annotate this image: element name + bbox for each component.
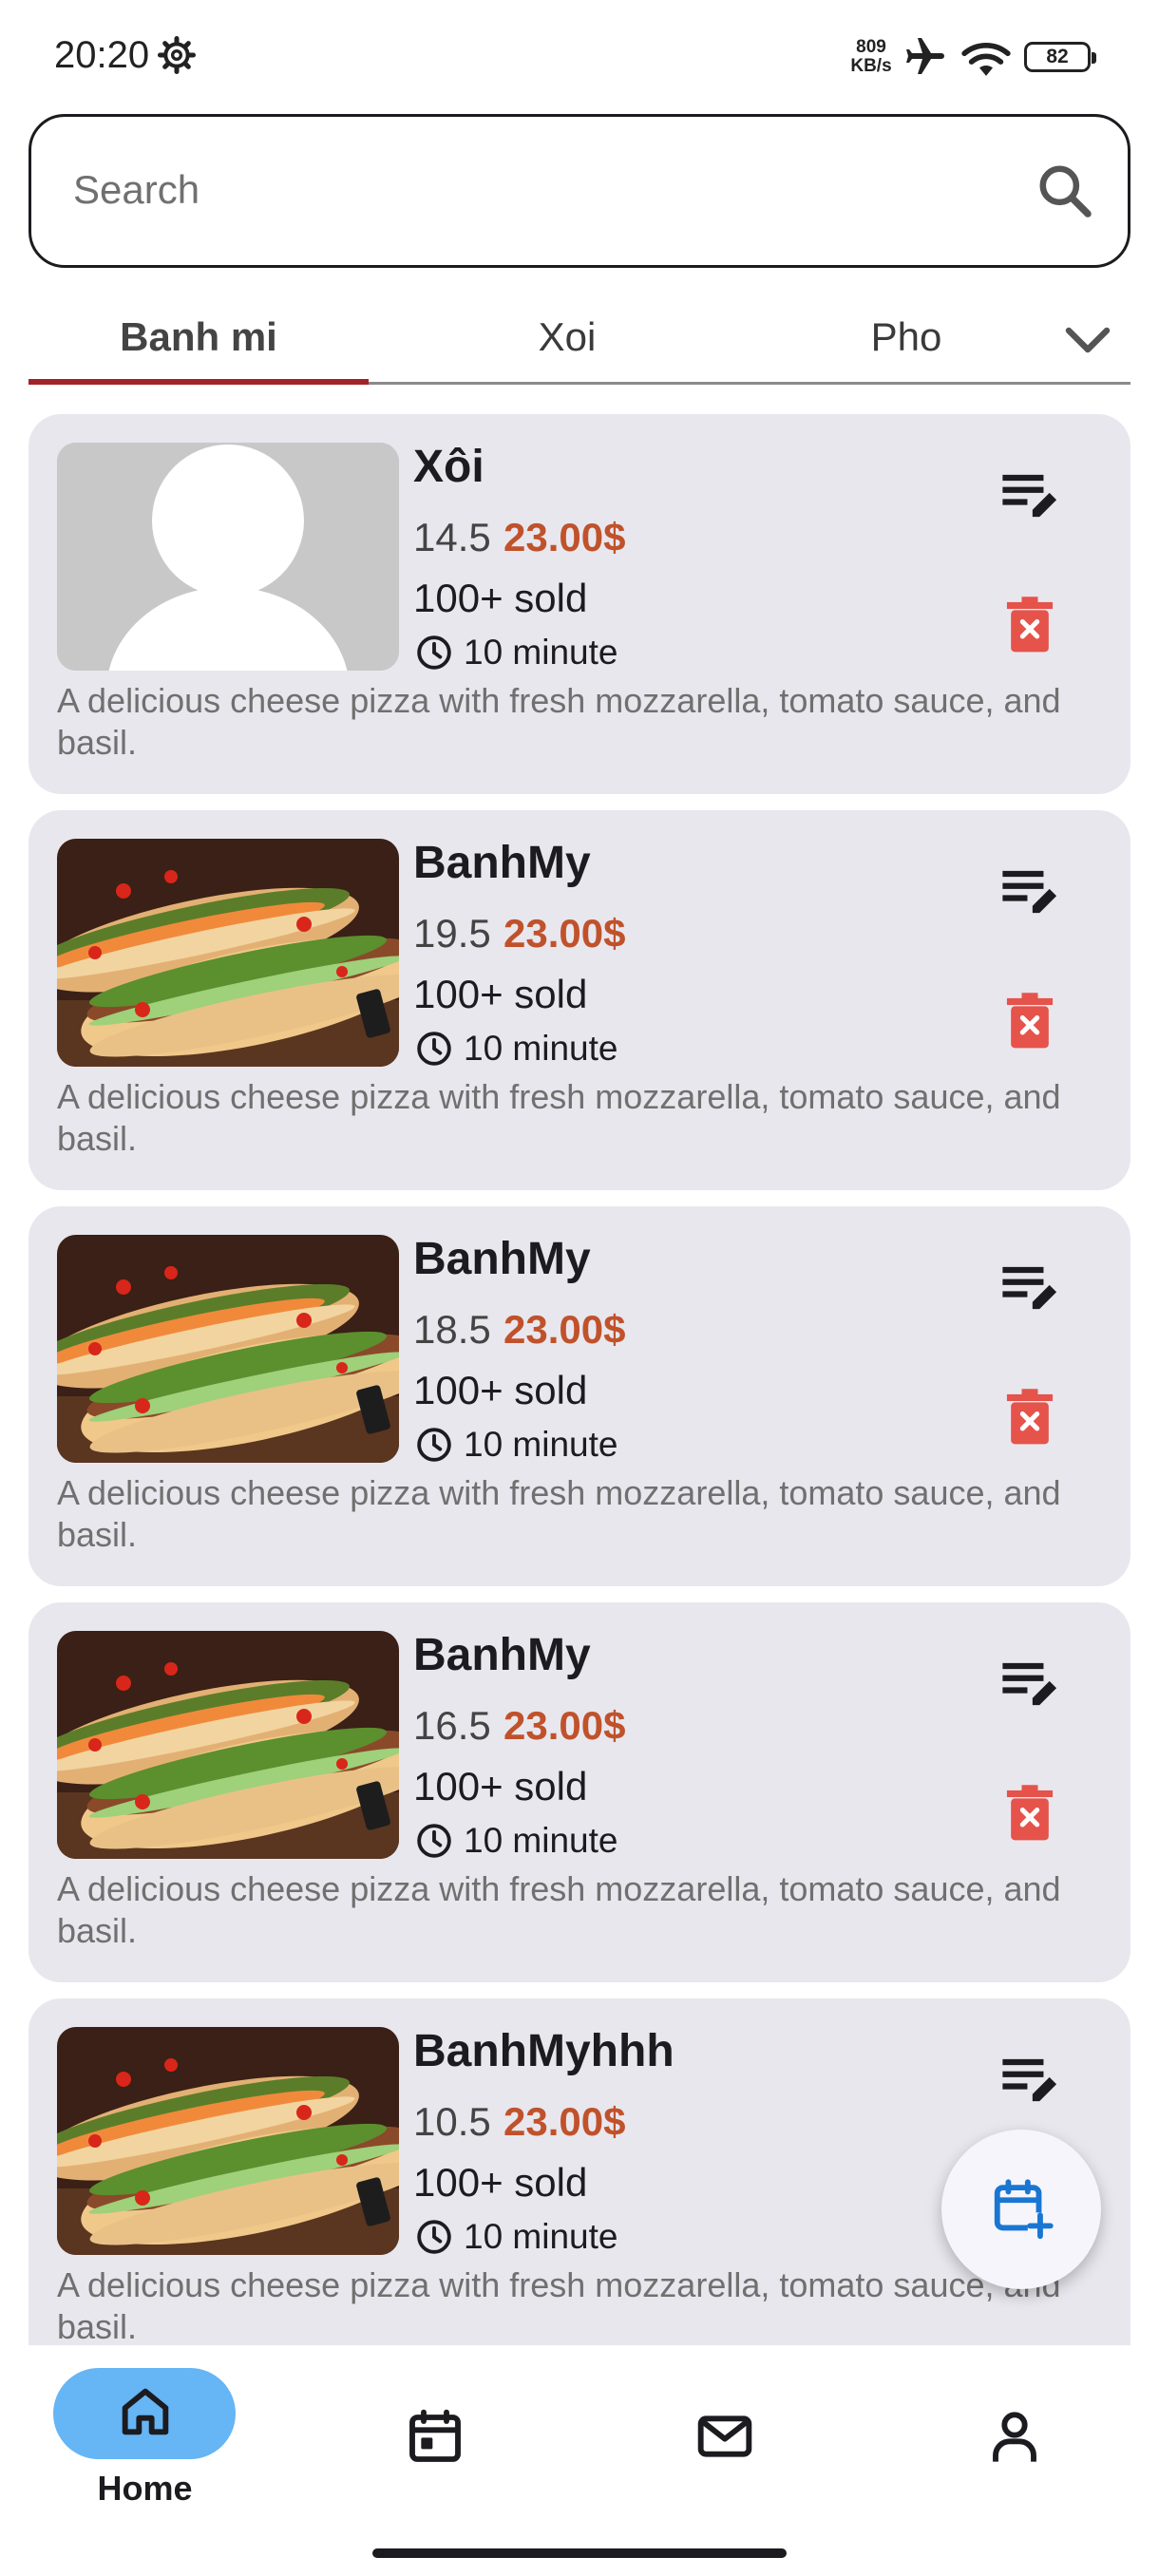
edit-note-icon[interactable] — [998, 1650, 1062, 1714]
food-image — [57, 1235, 399, 1463]
wifi-icon — [961, 43, 1011, 76]
add-schedule-button[interactable] — [941, 2130, 1101, 2289]
edit-note-icon[interactable] — [998, 1254, 1062, 1318]
food-rating: 14.5 — [413, 515, 491, 559]
delete-icon[interactable] — [998, 593, 1062, 657]
food-prep-time: 10 minute — [464, 2217, 618, 2256]
status-bar: 20:20 809 KB/s 82 — [0, 0, 1159, 104]
battery-indicator: 82 — [1024, 42, 1096, 72]
edit-note-icon[interactable] — [998, 462, 1062, 526]
food-sold-count: 100+ sold — [413, 972, 588, 1016]
food-sold-count: 100+ sold — [413, 1368, 588, 1412]
food-rating: 19.5 — [413, 911, 491, 956]
clock-icon — [417, 635, 451, 670]
food-sold-count: 100+ sold — [413, 2160, 588, 2205]
person-icon — [993, 2412, 1036, 2462]
food-prep-time: 10 minute — [464, 1821, 618, 1860]
nav-home[interactable]: Home — [0, 2345, 290, 2516]
food-name: BanhMy — [413, 838, 591, 888]
network-speed: 809 KB/s — [850, 37, 892, 76]
nav-calendar[interactable] — [290, 2345, 580, 2516]
food-price: 23.00$ — [504, 911, 626, 956]
food-name: BanhMy — [413, 1234, 591, 1284]
delete-icon[interactable] — [998, 1781, 1062, 1846]
food-price: 23.00$ — [504, 2099, 626, 2144]
search-bar[interactable] — [28, 114, 1130, 268]
food-prep-time: 10 minute — [464, 633, 618, 672]
food-sold-count: 100+ sold — [413, 1764, 588, 1809]
search-icon[interactable] — [1033, 159, 1097, 223]
clock-icon — [417, 1032, 451, 1066]
clock-icon — [417, 1428, 451, 1462]
delete-icon[interactable] — [998, 989, 1062, 1053]
food-image — [57, 2027, 399, 2255]
clock-icon — [417, 2220, 451, 2254]
nav-messages[interactable] — [580, 2345, 869, 2516]
home-icon — [122, 2388, 169, 2435]
calendar-icon — [409, 2409, 461, 2462]
food-name: Xôi — [413, 442, 484, 492]
food-card[interactable]: BanhMy 16.5 23.00$ 100+ sold 10 minute A deli… — [28, 1602, 1130, 1982]
food-description: A delicious cheese pizza with fresh mozz… — [57, 1473, 1061, 1554]
food-image — [57, 443, 399, 671]
food-prep-time: 10 minute — [464, 1029, 618, 1068]
food-description: A delicious cheese pizza with fresh mozz… — [57, 1077, 1061, 1158]
food-price: 23.00$ — [504, 1703, 626, 1748]
airplane-icon — [906, 38, 944, 74]
food-rating: 10.5 — [413, 2099, 491, 2144]
calendar-add-icon — [994, 2179, 1054, 2240]
food-name: BanhMy — [413, 1630, 591, 1680]
food-rating: 18.5 — [413, 1307, 491, 1352]
food-sold-count: 100+ sold — [413, 576, 588, 620]
gesture-home-indicator — [372, 2548, 787, 2558]
food-prep-time: 10 minute — [464, 1425, 618, 1464]
food-card[interactable]: BanhMy 19.5 23.00$ 100+ sold 10 minute A deli… — [28, 810, 1130, 1190]
food-list: Xôi 14.5 23.00$ 100+ sold 10 minute A delicio… — [28, 414, 1130, 2345]
food-description: A delicious cheese pizza with fresh mozz… — [57, 1869, 1061, 1950]
food-rating: 16.5 — [413, 1703, 491, 1748]
mail-icon — [697, 2415, 752, 2457]
search-input[interactable] — [73, 160, 985, 220]
settings-gear-icon — [158, 36, 196, 74]
tab-active-indicator — [28, 379, 369, 385]
tab-pho[interactable]: Pho — [736, 299, 1076, 385]
chevron-down-icon[interactable] — [1059, 316, 1116, 364]
food-card[interactable]: BanhMy 18.5 23.00$ 100+ sold 10 minute A deli… — [28, 1206, 1130, 1586]
food-name: BanhMyhhh — [413, 2026, 674, 2076]
status-time: 20:20 — [54, 34, 150, 76]
edit-note-icon[interactable] — [998, 2046, 1062, 2111]
food-card[interactable]: Xôi 14.5 23.00$ 100+ sold 10 minute A delicio… — [28, 414, 1130, 794]
nav-home-label: Home — [97, 2469, 193, 2508]
food-description: A delicious cheese pizza with fresh mozz… — [57, 681, 1061, 762]
food-description: A delicious cheese pizza with fresh mozz… — [57, 2265, 1061, 2345]
delete-icon[interactable] — [998, 1385, 1062, 1449]
tab-xoi[interactable]: Xoi — [397, 299, 737, 385]
food-price: 23.00$ — [504, 1307, 626, 1352]
bottom-navigation: Home — [0, 2345, 1159, 2576]
nav-profile[interactable] — [869, 2345, 1159, 2516]
clock-icon — [417, 1824, 451, 1858]
food-price: 23.00$ — [504, 515, 626, 559]
food-image — [57, 1631, 399, 1859]
edit-note-icon[interactable] — [998, 858, 1062, 922]
food-image — [57, 839, 399, 1067]
category-tabs: Banh mi Xoi Pho — [28, 299, 1130, 385]
tab-banh-mi[interactable]: Banh mi — [28, 299, 369, 385]
